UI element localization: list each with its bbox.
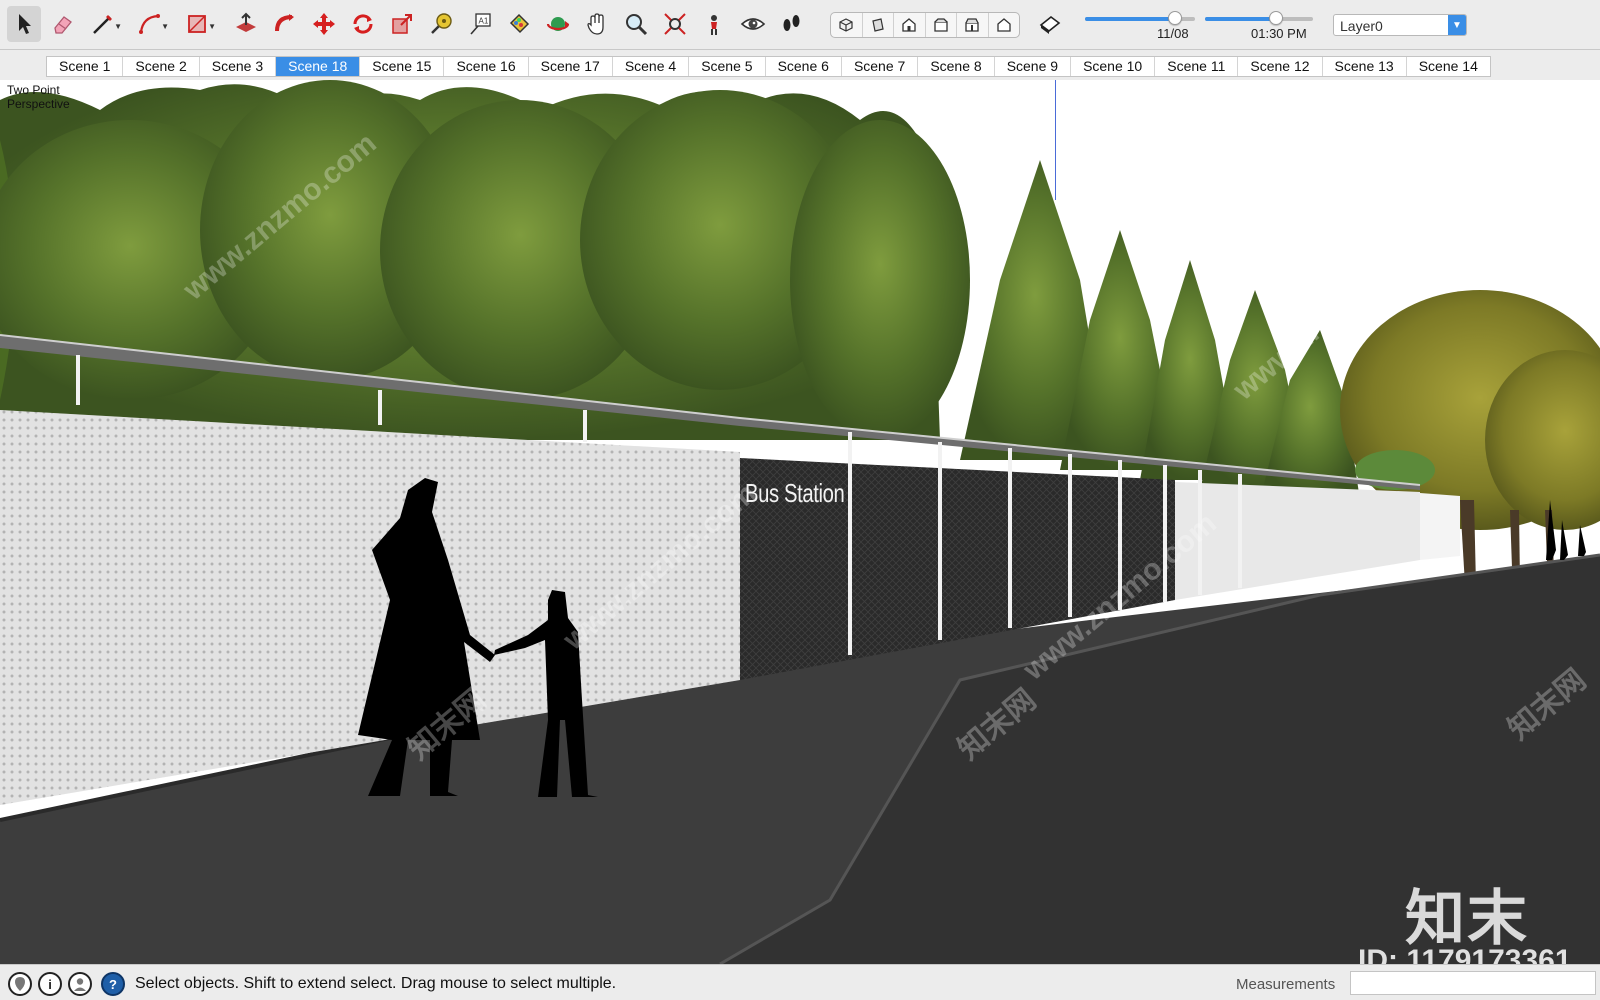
scene-tab[interactable]: Scene 8	[918, 57, 995, 76]
scene-tab[interactable]: Scene 16	[444, 57, 529, 76]
layer-dropdown[interactable]: Layer0 ▼	[1333, 14, 1467, 36]
text-tool-icon[interactable]: A1	[463, 6, 497, 42]
section-plane-icon[interactable]	[1033, 6, 1067, 42]
rotate-tool-icon[interactable]	[346, 6, 380, 42]
select-tool-icon[interactable]	[7, 6, 41, 42]
user-account-icon[interactable]	[68, 972, 92, 996]
layer-dropdown-value: Layer0	[1340, 18, 1383, 34]
front-view-icon[interactable]	[894, 13, 926, 37]
scale-tool-icon[interactable]	[385, 6, 419, 42]
scene-tab[interactable]: Scene 2	[123, 57, 200, 76]
position-camera-tool-icon[interactable]	[697, 6, 731, 42]
blue-axis-line	[1055, 80, 1056, 200]
date-slider-handle[interactable]	[1168, 11, 1183, 25]
credits-info-icon[interactable]: i	[38, 972, 62, 996]
scene-tab[interactable]: Scene 4	[613, 57, 690, 76]
eraser-tool-icon[interactable]	[46, 6, 80, 42]
tape-measure-tool-icon[interactable]	[424, 6, 458, 42]
zoom-extents-tool-icon[interactable]	[658, 6, 692, 42]
left-view-icon[interactable]	[989, 13, 1020, 37]
scene-tab[interactable]: Scene 14	[1407, 57, 1490, 76]
walk-tool-icon[interactable]	[775, 6, 809, 42]
scene-tab[interactable]: Scene 5	[689, 57, 766, 76]
rectangle-tool-icon[interactable]: ▼	[180, 6, 216, 42]
measurements-label: Measurements	[1236, 976, 1336, 993]
scene-tab-strip: Scene 1 Scene 2 Scene 3 Scene 18 Scene 15 Sce…	[46, 56, 1491, 77]
measurements-input[interactable]	[1350, 971, 1596, 995]
geolocation-icon[interactable]	[8, 972, 32, 996]
scene-tab[interactable]: Scene 18	[276, 57, 361, 76]
iso-view-icon[interactable]	[831, 13, 863, 37]
scene-tab[interactable]: Scene 13	[1323, 57, 1407, 76]
shadow-date-slider[interactable]	[1085, 11, 1195, 25]
back-view-icon[interactable]	[957, 13, 989, 37]
model-render	[0, 80, 1600, 964]
standard-views-toolbar	[830, 12, 1020, 38]
arc-tool-icon[interactable]: ▼	[133, 6, 169, 42]
paint-bucket-tool-icon[interactable]	[502, 6, 536, 42]
line-tool-icon[interactable]: ▼	[86, 6, 122, 42]
main-toolbar: ▼ ▼ ▼ A1 11/08 01:30 PM Layer0 ▼	[0, 0, 1600, 50]
time-slider-handle[interactable]	[1269, 11, 1284, 25]
top-view-icon[interactable]	[863, 13, 894, 37]
push-pull-tool-icon[interactable]	[229, 6, 263, 42]
camera-mode-label: Two Point Perspective	[7, 83, 70, 111]
status-bar: i ? Select objects. Shift to extend sele…	[0, 964, 1600, 1000]
scene-tab[interactable]: Scene 12	[1238, 57, 1323, 76]
scene-tab[interactable]: Scene 10	[1071, 57, 1156, 76]
help-icon[interactable]: ?	[101, 972, 125, 996]
model-viewport[interactable]: Two Point Perspective Bus Station www.zn…	[0, 80, 1600, 964]
zoom-tool-icon[interactable]	[619, 6, 653, 42]
status-message: Select objects. Shift to extend select. …	[135, 975, 617, 992]
chevron-down-icon[interactable]: ▼	[208, 22, 216, 31]
scene-tab[interactable]: Scene 15	[360, 57, 445, 76]
look-around-tool-icon[interactable]	[736, 6, 770, 42]
chevron-down-icon[interactable]: ▼	[114, 22, 122, 31]
scene-tab[interactable]: Scene 3	[200, 57, 277, 76]
model-id-label: ID: 1179173361	[1358, 944, 1572, 964]
svg-text:A1: A1	[479, 17, 489, 26]
pan-tool-icon[interactable]	[580, 6, 614, 42]
scene-tab[interactable]: Scene 17	[529, 57, 613, 76]
scene-tab[interactable]: Scene 6	[766, 57, 842, 76]
right-view-icon[interactable]	[926, 13, 957, 37]
orbit-tool-icon[interactable]	[541, 6, 575, 42]
chevron-down-icon[interactable]: ▼	[161, 22, 169, 31]
shadow-time-slider[interactable]	[1205, 11, 1313, 25]
move-tool-icon[interactable]	[307, 6, 341, 42]
date-label: 11/08	[1157, 26, 1189, 41]
scene-tab[interactable]: Scene 9	[995, 57, 1072, 76]
scene-tabs-bar: Scene 1 Scene 2 Scene 3 Scene 18 Scene 15 Sce…	[0, 50, 1600, 80]
chevron-down-icon[interactable]: ▼	[1448, 15, 1466, 35]
scene-tab[interactable]: Scene 11	[1155, 57, 1239, 76]
scene-tab[interactable]: Scene 7	[842, 57, 919, 76]
time-label: 01:30 PM	[1251, 26, 1307, 41]
scene-tab[interactable]: Scene 1	[47, 57, 124, 76]
follow-me-tool-icon[interactable]	[268, 6, 302, 42]
